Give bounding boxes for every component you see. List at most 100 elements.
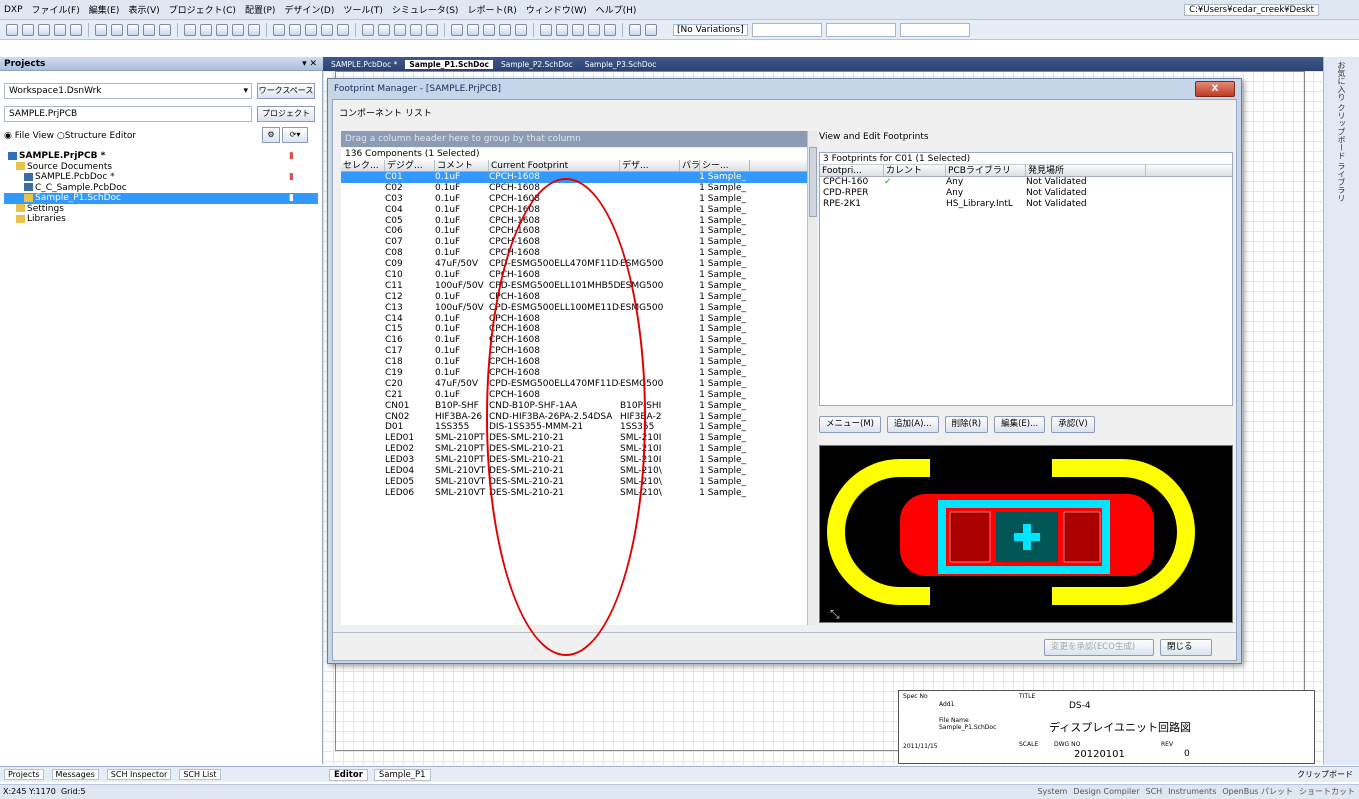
toolbar-button-icon[interactable]	[70, 23, 82, 36]
toolbar-button-icon[interactable]	[337, 23, 349, 36]
menu-item-11[interactable]: ヘルプ(H)	[596, 3, 637, 16]
group-by-area[interactable]: Drag a column header here to group by th…	[341, 131, 807, 147]
column-header-6[interactable]: シー...	[700, 160, 750, 171]
toolbar-button-icon[interactable]	[305, 23, 317, 36]
toolbar-button-icon[interactable]	[515, 23, 527, 36]
left-tab-3[interactable]: SCH List	[179, 769, 221, 780]
doc-tab-1[interactable]: Sample_P1.SchDoc	[405, 59, 493, 69]
column-header-2[interactable]: コメント	[435, 160, 489, 171]
doc-tab-3[interactable]: Sample_P3.SchDoc	[581, 60, 661, 69]
toolbar-button-icon[interactable]	[248, 23, 260, 36]
variations-select[interactable]: [No Variations]	[673, 23, 748, 36]
toolbar-button-icon[interactable]	[426, 23, 438, 36]
column-header-4[interactable]: デザ...	[620, 160, 680, 171]
toolbar-button-icon[interactable]	[184, 23, 196, 36]
column-header-1[interactable]: デジグ...	[385, 160, 435, 171]
path-field[interactable]: C:¥Users¥cedar_creek¥Deskt	[1184, 3, 1319, 16]
footprint-button-3[interactable]: 編集(E)...	[994, 416, 1046, 433]
toolbar-button-icon[interactable]	[216, 23, 228, 36]
scroll-thumb[interactable]	[809, 147, 817, 217]
toolbar-button-icon[interactable]	[159, 23, 171, 36]
toolbar-combo[interactable]	[751, 22, 822, 37]
toolbar-button-icon[interactable]	[362, 23, 374, 36]
footprint-button-0[interactable]: メニュー(M)	[819, 416, 881, 433]
editor-tab[interactable]: Editor	[329, 768, 368, 781]
fp-column-header-3[interactable]: 発見場所	[1026, 165, 1146, 176]
tree-node[interactable]: SAMPLE.PrjPCB * ▮	[4, 151, 318, 162]
footprint-row[interactable]: CPD-RPER Any Not Validated	[820, 188, 1232, 199]
footprint-button-1[interactable]: 追加(A)...	[886, 416, 939, 433]
fp-column-header-1[interactable]: カレント	[884, 165, 946, 176]
footprint-row[interactable]: CPCH-160 ✓ Any Not Validated	[820, 177, 1232, 188]
menu-item-1[interactable]: ファイル(F)	[32, 3, 80, 16]
toolbar-button-icon[interactable]	[143, 23, 155, 36]
footprint-row[interactable]: RPE-2K1 HS_Library.IntL Not Validated	[820, 199, 1232, 210]
toolbar-button-icon[interactable]	[54, 23, 66, 36]
toolbar-button-icon[interactable]	[38, 23, 50, 36]
toolbar-button-icon[interactable]	[289, 23, 301, 36]
toolbar-button-icon[interactable]	[556, 23, 568, 36]
panel-pin-icon[interactable]: ▾ ✕	[302, 57, 317, 71]
toolbar-button-icon[interactable]	[467, 23, 479, 36]
left-tab-1[interactable]: Messages	[51, 769, 99, 780]
menu-item-10[interactable]: ウィンドウ(W)	[526, 3, 587, 16]
menu-item-8[interactable]: シミュレータ(S)	[392, 3, 459, 16]
structure-editor-label[interactable]: Structure Editor	[65, 131, 136, 141]
toolbar-button-icon[interactable]	[378, 23, 390, 36]
toolbar-button-icon[interactable]	[6, 23, 18, 36]
menu-item-9[interactable]: レポート(R)	[467, 3, 516, 16]
view-options-button[interactable]: ⚙	[262, 127, 280, 143]
workspace-select[interactable]: Workspace1.DsnWrk ▾	[4, 83, 252, 99]
panel-button-5[interactable]: ショートカット	[1299, 785, 1355, 799]
toolbar-button-icon[interactable]	[629, 23, 641, 36]
toolbar-combo[interactable]	[899, 22, 970, 37]
toolbar-button-icon[interactable]	[410, 23, 422, 36]
workspace-button[interactable]: ワークスペース	[257, 83, 315, 99]
structure-editor-radio-icon[interactable]: ○	[57, 131, 65, 141]
footprint-preview[interactable]: ⤡	[819, 445, 1233, 623]
toolbar-button-icon[interactable]	[540, 23, 552, 36]
file-view-label[interactable]: File View	[15, 131, 54, 141]
panel-button-1[interactable]: Design Compiler	[1073, 785, 1139, 799]
toolbar-button-icon[interactable]	[451, 23, 463, 36]
sheet-tab[interactable]: Sample_P1	[373, 768, 431, 781]
menu-item-4[interactable]: プロジェクト(C)	[169, 3, 236, 16]
close-button[interactable]: 閉じる	[1160, 639, 1212, 656]
clipboard-shortcut[interactable]: クリップボード	[1297, 769, 1353, 780]
menu-item-5[interactable]: 配置(P)	[245, 3, 275, 16]
toolbar-button-icon[interactable]	[273, 23, 285, 36]
column-header-3[interactable]: Current Footprint	[489, 160, 620, 171]
toolbar-button-icon[interactable]	[22, 23, 34, 36]
tree-node[interactable]: Sample_P1.SchDoc ▮	[4, 193, 318, 204]
toolbar-button-icon[interactable]	[95, 23, 107, 36]
left-tab-2[interactable]: SCH Inspector	[106, 769, 172, 780]
tree-node[interactable]: Settings	[4, 204, 318, 215]
refresh-button[interactable]: ⟳▾	[282, 127, 308, 143]
toolbar-button-icon[interactable]	[232, 23, 244, 36]
tree-node[interactable]: Source Documents	[4, 162, 318, 173]
footprint-button-2[interactable]: 削除(R)	[944, 416, 989, 433]
toolbar-button-icon[interactable]	[645, 23, 657, 36]
menu-item-0[interactable]: DXP	[4, 5, 23, 15]
panel-button-2[interactable]: SCH	[1145, 785, 1162, 799]
panel-button-3[interactable]: Instruments	[1168, 785, 1216, 799]
component-scrollbar[interactable]	[807, 131, 817, 625]
doc-tab-0[interactable]: SAMPLE.PcbDoc *	[327, 60, 401, 69]
doc-tab-2[interactable]: Sample_P2.SchDoc	[497, 60, 577, 69]
menu-item-7[interactable]: ツール(T)	[343, 3, 383, 16]
toolbar-button-icon[interactable]	[394, 23, 406, 36]
tree-node[interactable]: SAMPLE.PcbDoc * ▮	[4, 172, 318, 183]
left-tab-0[interactable]: Projects	[4, 769, 44, 780]
panel-button-0[interactable]: System	[1037, 785, 1067, 799]
column-header-0[interactable]: セレク...	[341, 160, 385, 171]
file-view-radio-icon[interactable]: ◉	[4, 131, 12, 141]
project-field[interactable]: SAMPLE.PrjPCB	[4, 106, 252, 122]
accept-changes-button[interactable]: 変更を承認(ECO生成)	[1044, 639, 1154, 656]
footprint-button-4[interactable]: 承認(V)	[1051, 416, 1095, 433]
menu-item-2[interactable]: 編集(E)	[89, 3, 120, 16]
side-panel-labels[interactable]: お気に入り クリップボード ライブラリ	[1336, 61, 1347, 202]
zoom-icon[interactable]: ⤡	[830, 607, 840, 621]
toolbar-button-icon[interactable]	[604, 23, 616, 36]
fp-column-header-2[interactable]: PCBライブラリ	[946, 165, 1026, 176]
fp-column-header-0[interactable]: Footpri...	[820, 165, 884, 176]
